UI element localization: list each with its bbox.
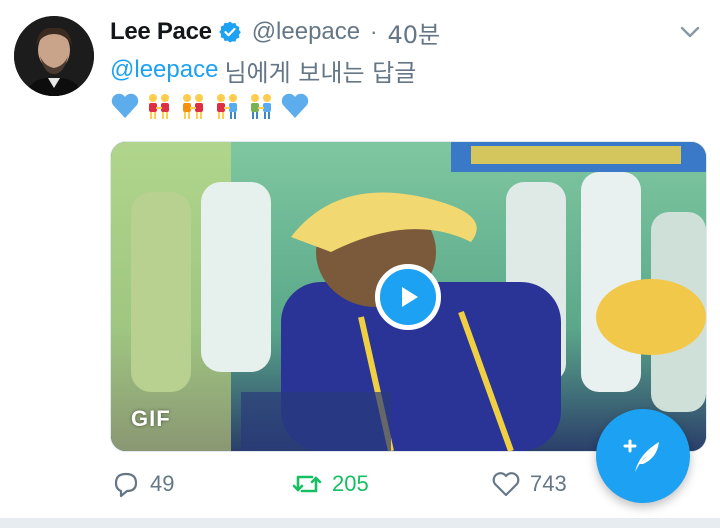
- author-handle[interactable]: @leepace: [252, 18, 360, 46]
- tweet-header: Lee Pace @leepace · 40분: [110, 14, 440, 50]
- like-button[interactable]: 743: [490, 468, 610, 500]
- tweet-menu-chevron-down-icon[interactable]: [676, 18, 704, 46]
- author-avatar[interactable]: [14, 16, 94, 96]
- retweet-icon: [292, 475, 322, 493]
- retweet-button[interactable]: 205: [290, 468, 490, 500]
- reply-to-label: 님에게 보내는 답글: [224, 58, 417, 87]
- reply-icon: [114, 472, 138, 498]
- author-name[interactable]: Lee Pace: [110, 18, 212, 46]
- man-and-woman-holding-hands-icon: [212, 92, 242, 120]
- reply-mention-link[interactable]: @leepace: [110, 56, 218, 84]
- reply-count: 49: [150, 471, 175, 496]
- avatar-image: [14, 16, 94, 96]
- tweet-divider: [0, 518, 720, 528]
- men-holding-hands-icon: [246, 92, 276, 120]
- heart-icon: [492, 472, 520, 497]
- replying-to-line: @leepace 님에게 보내는 답글: [110, 54, 417, 87]
- women-holding-hands-icon: [144, 92, 174, 120]
- separator-dot: ·: [370, 19, 378, 44]
- gif-media-card[interactable]: GIF: [110, 141, 707, 452]
- blue-heart-icon: [110, 92, 140, 120]
- retweet-count: 205: [332, 471, 369, 496]
- verified-badge-icon: [218, 20, 242, 44]
- like-count: 743: [530, 471, 567, 496]
- tweet-timestamp: 40분: [387, 20, 441, 49]
- tweet-actions-bar: 49 205 743: [110, 466, 610, 502]
- gif-badge: GIF: [131, 406, 171, 431]
- women-holding-hands-icon: [178, 92, 208, 120]
- tweet-text-emojis: [110, 90, 310, 122]
- compose-tweet-button[interactable]: [596, 409, 690, 503]
- play-icon: [402, 287, 418, 307]
- reply-button[interactable]: 49: [110, 468, 290, 500]
- compose-feather-plus-icon: [623, 439, 659, 472]
- blue-heart-icon: [280, 92, 310, 120]
- play-button[interactable]: [375, 264, 441, 330]
